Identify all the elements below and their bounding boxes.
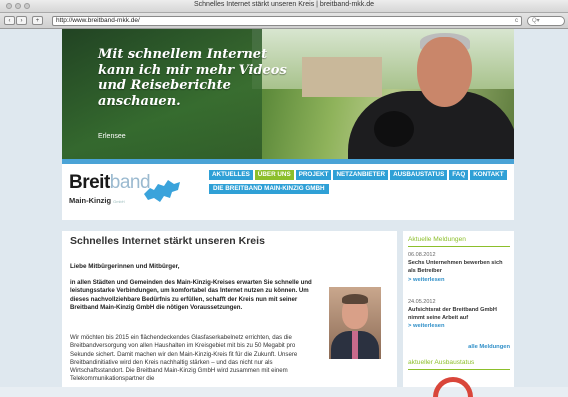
- news-date: 06.08.2012: [408, 252, 436, 258]
- hero-person-head: [417, 37, 472, 107]
- page-viewport: Mit schnellem Internet kann ich mir mehr…: [0, 29, 568, 397]
- news-title[interactable]: Aufsichtsrat der Breitband GmbH nimmt se…: [408, 307, 510, 322]
- hero-banner: Mit schnellem Internet kann ich mir mehr…: [62, 29, 514, 164]
- logo-subtitle: Main-Kinzig GmbH: [69, 196, 125, 205]
- nav-item-aktuelles[interactable]: AKTUELLES: [209, 170, 253, 180]
- news-title[interactable]: Sechs Unternehmen bewerben sich als Betr…: [408, 260, 510, 275]
- portrait-tie: [352, 331, 358, 359]
- news-read-more-link[interactable]: > weiterlesen: [408, 323, 445, 329]
- nav-item-netzanbieter[interactable]: NETZANBIETER: [333, 170, 389, 180]
- browser-toolbar: ‹ › + http://www.breitband-mkk.de/ c Q▾: [0, 13, 568, 29]
- page-title: Schnelles Internet stärkt unseren Kreis: [70, 235, 265, 247]
- site-container: Mit schnellem Internet kann ich mir mehr…: [62, 29, 514, 397]
- all-news-link[interactable]: alle Meldungen: [468, 344, 510, 350]
- nav-item-projekt[interactable]: PROJEKT: [295, 170, 332, 180]
- nav-item-ausbaustatus[interactable]: AUSBAUSTATUS: [390, 170, 448, 180]
- sub-navigation: DIE BREITBAND MAIN-KINZIG GMBH: [209, 184, 329, 194]
- logo-region: Main-Kinzig: [69, 196, 112, 205]
- status-heading: aktueller Ausbaustatus: [408, 359, 475, 366]
- url-text: http://www.breitband-mkk.de/: [56, 17, 140, 24]
- lead-paragraph: in allen Städten und Gemeinden des Main-…: [70, 279, 312, 311]
- portrait-photo: [329, 287, 381, 359]
- news-read-more-link[interactable]: > weiterlesen: [408, 277, 445, 283]
- region-map-icon: [144, 180, 180, 202]
- status-heading-rule: [408, 369, 510, 370]
- plus-icon: +: [35, 18, 40, 24]
- site-header: Breitband Main-Kinzig GmbH AKTUELLES ÜBER …: [62, 164, 514, 220]
- forward-icon: ›: [20, 18, 23, 24]
- nav-item-über-uns[interactable]: ÜBER UNS: [254, 170, 294, 180]
- search-field[interactable]: Q▾: [527, 16, 565, 26]
- logo-gmbh: GmbH: [113, 199, 125, 204]
- nav-item-kontakt[interactable]: KONTAKT: [470, 170, 507, 180]
- subnav-item-company[interactable]: DIE BREITBAND MAIN-KINZIG GMBH: [209, 184, 329, 194]
- status-gauge-icon: [433, 377, 473, 397]
- add-bookmark-button[interactable]: +: [32, 16, 43, 25]
- back-button[interactable]: ‹: [4, 16, 15, 25]
- sidebar: Aktuelle Meldungen 06.08.2012 Sechs Unte…: [403, 231, 514, 397]
- news-date: 24.05.2012: [408, 299, 436, 305]
- hero-helmet: [374, 111, 414, 147]
- window-titlebar: Schnelles Internet stärkt unseren Kreis …: [0, 0, 568, 13]
- main-content: Schnelles Internet stärkt unseren Kreis …: [62, 231, 397, 387]
- hero-slogan: Mit schnellem Internet kann ich mir mehr…: [98, 47, 287, 109]
- hero-background: [252, 29, 514, 89]
- search-icon: Q▾: [532, 18, 540, 24]
- body-paragraph: Wir möchten bis 2015 ein flächendeckende…: [70, 334, 298, 383]
- logo-breit: Breit: [69, 172, 110, 193]
- news-heading-rule: [408, 246, 510, 247]
- hero-caption: Erlensee: [98, 133, 126, 140]
- nav-item-faq[interactable]: FAQ: [449, 170, 469, 180]
- portrait-hair: [342, 294, 368, 304]
- address-bar[interactable]: http://www.breitband-mkk.de/ c: [52, 16, 522, 26]
- window-title: Schnelles Internet stärkt unseren Kreis …: [193, 1, 375, 8]
- reload-icon[interactable]: c: [515, 17, 518, 25]
- news-heading: Aktuelle Meldungen: [408, 236, 466, 243]
- forward-button[interactable]: ›: [16, 16, 27, 25]
- site-logo[interactable]: Breitband Main-Kinzig GmbH: [69, 172, 151, 205]
- back-icon: ‹: [8, 18, 11, 24]
- greeting-text: Liebe Mitbürgerinnen und Mitbürger,: [70, 263, 180, 270]
- main-navigation: AKTUELLES ÜBER UNS PROJEKT NETZANBIETER AUSB…: [209, 170, 507, 180]
- hero-building: [302, 57, 382, 97]
